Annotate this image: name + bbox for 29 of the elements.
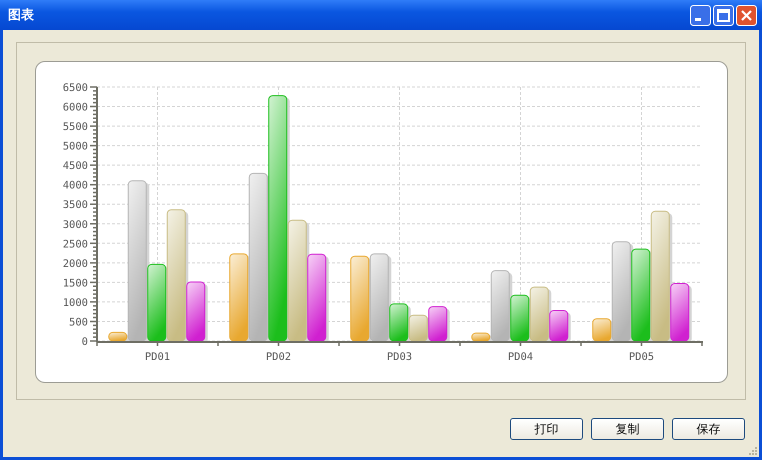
- axis-label: 1000: [62, 296, 88, 309]
- axis-label: PD01: [144, 351, 170, 363]
- axis-label: 3500: [62, 199, 88, 212]
- axis-label: 5500: [62, 121, 88, 134]
- axis-label: 2000: [62, 258, 88, 270]
- dialog-button[interactable]: 保存: [672, 418, 745, 440]
- axis-label: 2500: [62, 238, 88, 250]
- axis-label: PD03: [386, 351, 412, 363]
- minimize-icon[interactable]: [690, 4, 711, 26]
- bar: [408, 314, 428, 342]
- bar: [428, 306, 448, 342]
- maximize-icon[interactable]: [713, 4, 734, 26]
- axis-label: 5000: [62, 140, 88, 153]
- axis-label: 3000: [62, 218, 88, 231]
- resize-grip-icon[interactable]: [749, 447, 758, 456]
- axis-label: PD05: [628, 351, 654, 363]
- axis-label: 1500: [62, 277, 88, 290]
- axis-label: 4000: [62, 180, 88, 192]
- axis-label: PD04: [508, 351, 534, 363]
- dialog-button[interactable]: 复制: [591, 418, 664, 440]
- dialog-button[interactable]: 打印: [510, 418, 583, 440]
- axis-label: 0: [82, 336, 88, 348]
- axis-label: PD02: [266, 351, 292, 363]
- axis-label: 6500: [62, 82, 88, 94]
- window-title: 图表: [8, 7, 34, 24]
- axis-label: 6000: [62, 102, 88, 114]
- close-icon[interactable]: [736, 4, 757, 26]
- axis-label: 500: [69, 316, 88, 328]
- axis-label: 4500: [62, 160, 88, 172]
